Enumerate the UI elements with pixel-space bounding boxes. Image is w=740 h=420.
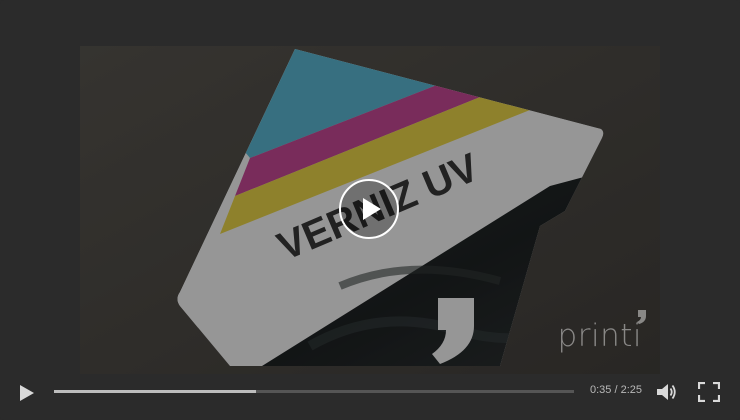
progress-played (54, 390, 257, 393)
play-icon (363, 198, 381, 220)
fullscreen-icon (697, 381, 721, 403)
volume-icon (657, 384, 676, 400)
time-separator: / (614, 384, 618, 396)
play-icon (20, 385, 34, 401)
video-player[interactable]: VERNIZ UV printi 0:35 / 2:25 (0, 0, 740, 420)
control-bar: 0:35 / 2:25 (0, 374, 740, 420)
watermark: printi (557, 318, 642, 354)
watermark-apostrophe-icon (637, 310, 646, 324)
volume-button[interactable] (656, 382, 678, 402)
duration: 2:25 (620, 384, 643, 396)
big-play-button[interactable] (339, 179, 399, 239)
progress-bar[interactable] (54, 390, 574, 393)
time-display: 0:35 / 2:25 (590, 384, 642, 396)
current-time: 0:35 (590, 384, 612, 396)
fullscreen-button[interactable] (697, 381, 721, 403)
play-button[interactable] (18, 384, 36, 402)
